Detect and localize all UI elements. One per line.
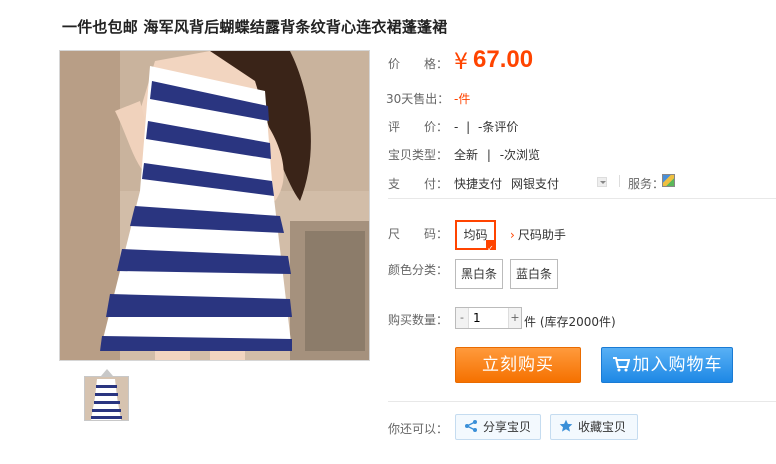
quantity-input[interactable] xyxy=(469,308,509,328)
stock-info: 件 (库存2000件) xyxy=(524,315,616,329)
divider-line xyxy=(388,401,776,402)
color-option-blue-white[interactable]: 蓝白条 xyxy=(510,259,558,289)
service-label: 服务： xyxy=(628,177,665,191)
chevron-right-icon: › xyxy=(510,228,515,242)
favorite-button-label: 收藏宝贝 xyxy=(578,420,627,434)
share-prompt-label: 你还可以： xyxy=(388,422,449,436)
payment-method-bank: 网银支付 xyxy=(511,177,560,191)
add-to-cart-label: 加入购物车 xyxy=(632,355,723,375)
product-thumbnail[interactable] xyxy=(84,376,129,421)
divider-line xyxy=(388,198,776,199)
favorite-button[interactable]: 收藏宝贝 xyxy=(550,414,638,440)
size-helper-link[interactable]: › 尺码助手 xyxy=(510,226,566,243)
review-info: - | -条评价 xyxy=(454,118,518,135)
size-option-label: 均码 xyxy=(463,228,488,242)
quantity-stepper: - + xyxy=(455,307,522,329)
thumbnail-pointer xyxy=(101,369,113,376)
item-condition: 全新 xyxy=(454,148,479,162)
item-views: -次浏览 xyxy=(499,148,541,162)
review-label: 评 价： xyxy=(388,120,449,134)
share-button-label: 分享宝贝 xyxy=(483,420,532,434)
color-option-black-white[interactable]: 黑白条 xyxy=(455,259,503,289)
price-label: 价 格： xyxy=(388,57,449,71)
dress-thumbnail-photo xyxy=(85,377,128,420)
quantity-label: 购买数量： xyxy=(388,313,449,327)
sales-label: 30天售出： xyxy=(386,92,450,106)
share-button[interactable]: 分享宝贝 xyxy=(455,414,541,440)
item-type-separator: | xyxy=(486,148,491,162)
size-option-onesize[interactable]: 均码 xyxy=(455,220,496,262)
star-icon xyxy=(559,419,573,432)
size-label: 尺 码： xyxy=(388,227,449,241)
price-value: 67.00 xyxy=(473,46,534,73)
add-to-cart-button[interactable]: 加入购物车 xyxy=(601,347,733,383)
quantity-increase-button[interactable]: + xyxy=(508,308,521,328)
size-helper-label: 尺码助手 xyxy=(517,228,566,242)
product-main-image[interactable] xyxy=(59,50,370,361)
review-score: - xyxy=(454,120,459,134)
item-type-label: 宝贝类型： xyxy=(388,148,449,162)
item-type-info: 全新 | -次浏览 xyxy=(454,146,540,163)
sales-value: -件 xyxy=(454,92,471,106)
quantity-decrease-button[interactable]: - xyxy=(456,308,469,328)
divider xyxy=(619,175,620,187)
payment-label: 支 付： xyxy=(388,177,449,191)
product-title: 一件也包邮 海军风背后蝴蝶结露背条纹背心连衣裙蓬蓬裙 xyxy=(62,18,448,36)
selected-check-icon xyxy=(486,236,496,262)
shopping-cart-icon xyxy=(612,356,630,371)
price-currency: ¥ xyxy=(454,50,468,75)
buy-now-button[interactable]: 立刻购买 xyxy=(455,347,581,383)
dress-photo xyxy=(60,51,369,360)
service-icon[interactable] xyxy=(662,174,675,187)
review-count-link[interactable]: -条评价 xyxy=(478,120,518,134)
color-label: 颜色分类： xyxy=(388,263,449,277)
share-icon xyxy=(465,420,477,432)
payment-method-quick: 快捷支付 xyxy=(454,177,503,191)
payment-dropdown-icon[interactable] xyxy=(597,177,607,187)
review-separator: | xyxy=(466,120,471,134)
